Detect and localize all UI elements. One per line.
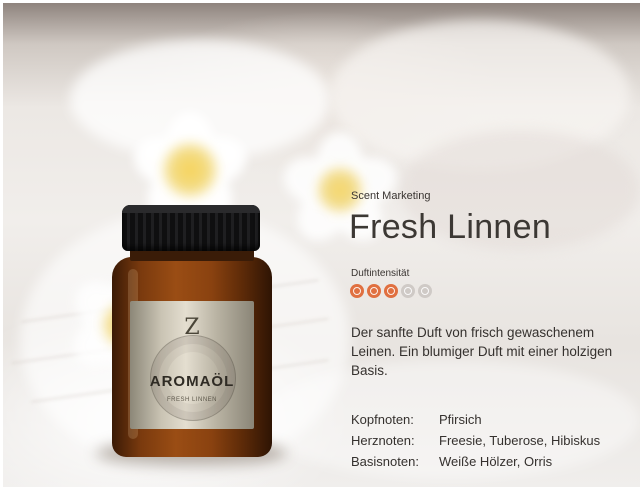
note-key: Basisnoten: (351, 454, 419, 469)
note-value: Pfirsich (439, 412, 482, 427)
product-title: Fresh Linnen (349, 208, 552, 246)
note-value: Weiße Hölzer, Orris (439, 454, 553, 469)
intensity-flower-icon (418, 284, 432, 298)
intensity-rating (350, 284, 432, 298)
scent-notes: Kopfnoten: Pfirsich Herznoten: Freesie, … (351, 409, 600, 472)
product-description: Der sanfte Duft von frisch gewaschenem L… (351, 325, 613, 378)
note-row: Kopfnoten: Pfirsich (351, 409, 600, 430)
intensity-flower-icon (401, 284, 415, 298)
intensity-flower-icon (384, 284, 398, 298)
note-value: Freesie, Tuberose, Hibiskus (439, 433, 601, 448)
category-label: Scent Marketing (351, 190, 431, 202)
note-key: Kopfnoten: (351, 412, 414, 427)
jar-brand-subtitle: FRESH LINNEN (166, 397, 217, 403)
jar-brand-name: AROMAÖL (149, 373, 235, 390)
product-card: Z AROMAÖL FRESH LINNEN Scent Marketing F… (0, 0, 643, 490)
brand-logo: Z (184, 315, 200, 340)
product-jar: Z AROMAÖL FRESH LINNEN (112, 205, 272, 457)
note-row: Basisnoten: Weiße Hölzer, Orris (351, 451, 600, 472)
intensity-flower-icon (367, 284, 381, 298)
intensity-label: Duftintensität (351, 268, 410, 279)
note-row: Herznoten: Freesie, Tuberose, Hibiskus (351, 430, 600, 451)
intensity-flower-icon (350, 284, 364, 298)
note-key: Herznoten: (351, 433, 415, 448)
